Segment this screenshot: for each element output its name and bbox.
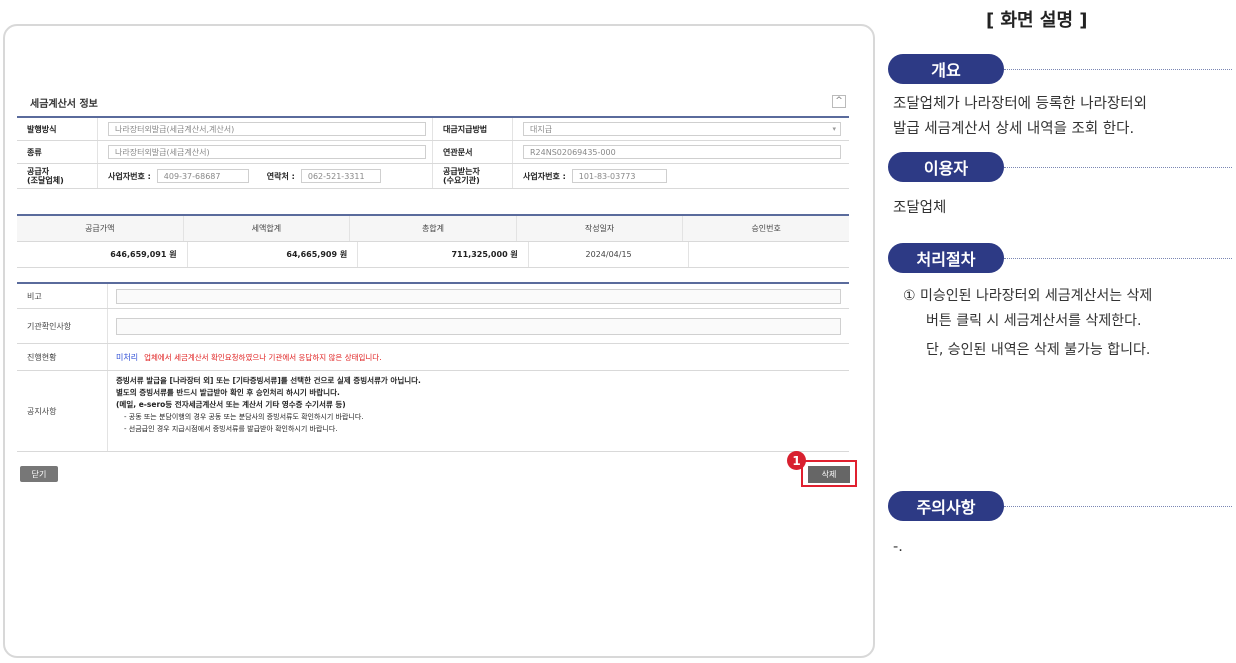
caution-heading: 주의사항 bbox=[888, 491, 1004, 521]
type-label: 종류 bbox=[17, 141, 97, 163]
remark-row-status: 진행현황 미처리 업체에서 세금계산서 확인요청하였으나 기관에서 응답하지 않… bbox=[17, 344, 849, 371]
agency-check-label: 기관확인사항 bbox=[17, 309, 107, 343]
summary-header-cell: 세액합계 bbox=[182, 216, 350, 241]
user-text: 조달업체 bbox=[893, 200, 947, 216]
info-row-type: 종류 나라장터외발급(세금계산서) 연관문서 R24NS02069435-000 bbox=[17, 141, 849, 164]
related-doc-label: 연관문서 bbox=[432, 141, 512, 163]
notice-subline: - 공동 또는 분담이행의 경우 공동 또는 분담사의 증빙서류도 확인하시기 … bbox=[124, 413, 364, 421]
panel-title: 세금계산서 정보 bbox=[30, 99, 98, 110]
status-label: 진행현황 bbox=[17, 344, 107, 370]
caution-text: -. bbox=[893, 539, 903, 555]
info-row-issue: 발행방식 나라장터외발급(세금계산서,계산서) 대금지급방법 대지급 ▾ bbox=[17, 118, 849, 141]
issue-method-label: 발행방식 bbox=[17, 118, 97, 140]
notice-subline: - 선금급인 경우 지급시점에서 증빙서류를 발급받아 확인하시기 바랍니다. bbox=[124, 425, 338, 433]
procedure-text: ① 미승인된 나라장터외 세금계산서는 삭제 버튼 클릭 시 세금계산서를 삭제… bbox=[903, 284, 1152, 363]
remark-row-agency: 기관확인사항 bbox=[17, 309, 849, 344]
caution-divider bbox=[1004, 506, 1232, 507]
summary-header-row: 공급가액 세액합계 총합계 작성일자 승인번호 bbox=[17, 216, 849, 242]
written-date: 2024/04/15 bbox=[527, 242, 689, 267]
description-title: [ 화면 설명 ] bbox=[986, 10, 1088, 31]
note-input[interactable] bbox=[116, 288, 841, 304]
related-doc-field[interactable]: R24NS02069435-000 bbox=[523, 145, 841, 159]
total-amount: 711,325,000 원 bbox=[357, 242, 528, 267]
agency-check-input[interactable] bbox=[116, 317, 841, 335]
receiver-bizno-label: 사업자번호 : bbox=[523, 171, 566, 181]
procedure-divider bbox=[1004, 258, 1232, 259]
summary-header-cell: 작성일자 bbox=[515, 216, 683, 241]
user-heading: 이용자 bbox=[888, 152, 1004, 182]
receiver-label-sub: (수요기관) bbox=[443, 176, 480, 185]
procedure-line: 버튼 클릭 시 세금계산서를 삭제한다. bbox=[926, 313, 1142, 329]
type-field[interactable]: 나라장터외발급(세금계산서) bbox=[108, 145, 426, 159]
procedure-line: 단, 승인된 내역은 삭제 불가능 합니다. bbox=[926, 342, 1151, 358]
status-message: 업체에서 세금계산서 확인요청하였으나 기관에서 응답하지 않은 상태입니다. bbox=[144, 352, 382, 362]
contact-label: 연락처 : bbox=[266, 171, 295, 181]
supplier-label-sub: (조달업체) bbox=[27, 176, 64, 185]
supplier-bizno-label: 사업자번호 : bbox=[108, 171, 151, 181]
summary-header-cell: 공급가액 bbox=[17, 216, 183, 241]
supplier-bizno-field[interactable]: 409-37-68687 bbox=[156, 169, 249, 183]
notice-text: 증빙서류 발급을 [나라장터 외] 또는 [기타증빙서류]를 선택한 건으로 실… bbox=[116, 371, 421, 439]
receiver-label-main: 공급받는자 bbox=[443, 167, 480, 176]
note-label: 비고 bbox=[17, 284, 107, 308]
notice-line: 증빙서류 발급을 [나라장터 외] 또는 [기타증빙서류]를 선택한 건으로 실… bbox=[116, 376, 421, 385]
overview-divider bbox=[1004, 69, 1232, 70]
amount-summary-table: 공급가액 세액합계 총합계 작성일자 승인번호 646,659,091 원 64… bbox=[17, 214, 849, 268]
supply-amount: 646,659,091 원 bbox=[110, 250, 177, 259]
payment-method-select[interactable]: 대지급 ▾ bbox=[523, 122, 841, 136]
payment-method-label: 대금지급방법 bbox=[432, 118, 512, 140]
procedure-heading: 처리절차 bbox=[888, 243, 1004, 273]
supplier-label-main: 공급자 bbox=[27, 167, 50, 176]
payment-method-value: 대지급 bbox=[530, 124, 553, 134]
supplier-label: 공급자 (조달업체) bbox=[17, 164, 97, 188]
overview-line: 발급 세금계산서 상세 내역을 조회 한다. bbox=[893, 121, 1135, 137]
summary-header-cell: 승인번호 bbox=[682, 216, 849, 241]
remarks-table: 비고 기관확인사항 진행현황 미처리 업체에서 세금계산서 확인요청하였으나 기… bbox=[17, 282, 849, 452]
receiver-label: 공급받는자 (수요기관) bbox=[432, 164, 512, 188]
issue-method-field[interactable]: 나라장터외발급(세금계산서,계산서) bbox=[108, 122, 426, 136]
step-number-badge: 1 bbox=[787, 451, 806, 470]
notice-label: 공지사항 bbox=[17, 371, 107, 451]
remark-row-notice: 공지사항 증빙서류 발급을 [나라장터 외] 또는 [기타증빙서류]를 선택한 … bbox=[17, 371, 849, 452]
status-badge: 미처리 bbox=[116, 352, 139, 362]
approval-number bbox=[688, 242, 849, 267]
summary-value-row: 646,659,091 원 64,665,909 원 711,325,000 원… bbox=[17, 242, 849, 268]
procedure-line: ① 미승인된 나라장터외 세금계산서는 삭제 bbox=[903, 288, 1153, 304]
info-row-parties: 공급자 (조달업체) 사업자번호 : 409-37-68687 연락처 : 062… bbox=[17, 164, 849, 189]
remark-row-note: 비고 bbox=[17, 284, 849, 309]
tax-amount: 64,665,909 원 bbox=[186, 242, 358, 267]
overview-line: 조달업체가 나라장터에 등록한 나라장터외 bbox=[893, 96, 1147, 112]
overview-heading: 개요 bbox=[888, 54, 1004, 84]
receiver-bizno-field[interactable]: 101-83-03773 bbox=[571, 169, 667, 183]
delete-button[interactable]: 삭제 bbox=[808, 466, 850, 483]
notice-line: 별도의 증빙서류를 반드시 발급받아 확인 후 승인처리 하시기 바랍니다. bbox=[116, 388, 340, 397]
close-button[interactable]: 닫기 bbox=[20, 466, 58, 482]
chevron-down-icon: ▾ bbox=[832, 125, 836, 133]
collapse-button[interactable]: ^ bbox=[832, 95, 846, 108]
invoice-info-table: 발행방식 나라장터외발급(세금계산서,계산서) 대금지급방법 대지급 ▾ 종류 … bbox=[17, 116, 849, 189]
summary-header-cell: 총합계 bbox=[349, 216, 516, 241]
user-divider bbox=[1004, 167, 1232, 168]
notice-line: (메일, e-sero등 전자세금계산서 또는 계산서 기타 영수증 수기서류 … bbox=[116, 400, 346, 409]
overview-text: 조달업체가 나라장터에 등록한 나라장터외 발급 세금계산서 상세 내역을 조회… bbox=[893, 92, 1147, 142]
contact-field[interactable]: 062-521-3311 bbox=[300, 169, 381, 183]
